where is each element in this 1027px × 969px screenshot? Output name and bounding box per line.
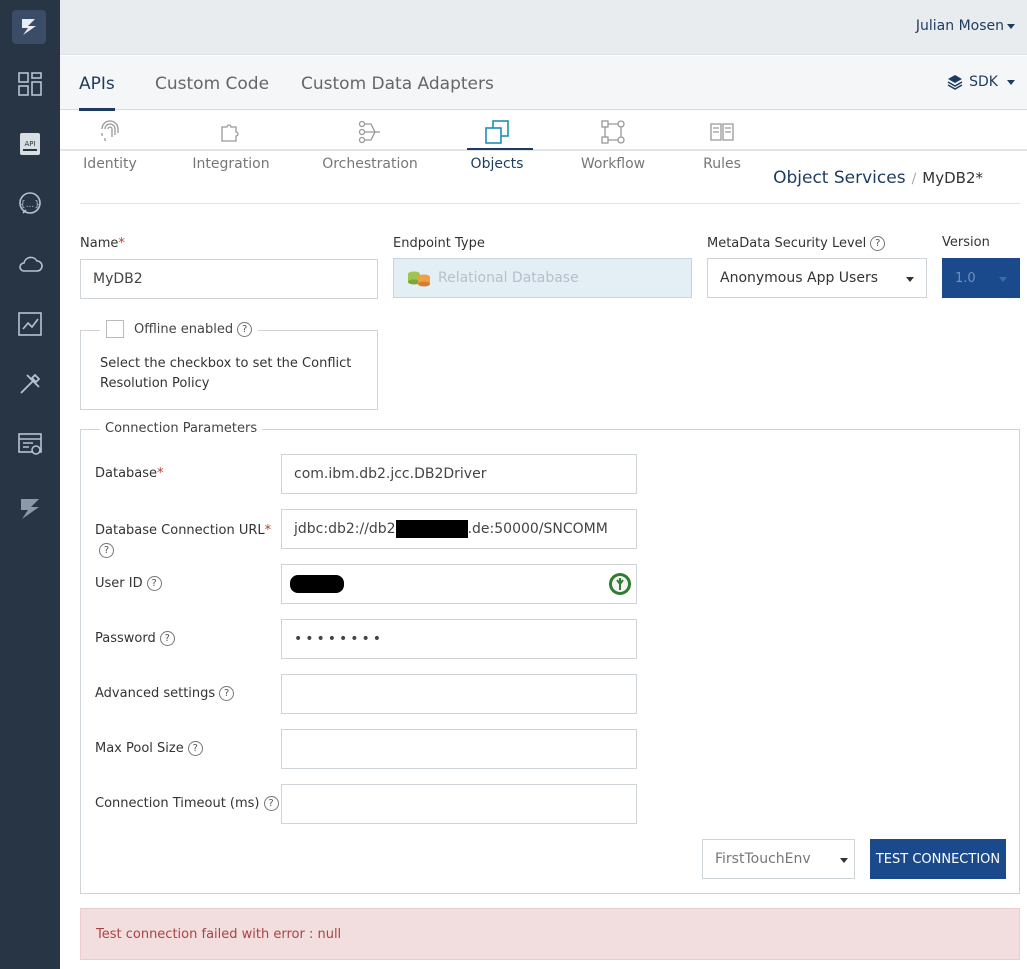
breadcrumb-current: MyDB2 xyxy=(922,169,976,187)
help-icon[interactable]: ? xyxy=(99,543,114,558)
user-id-input[interactable] xyxy=(281,564,637,604)
environment-select[interactable]: FirstTouchEnv xyxy=(702,839,855,879)
tab-objects-label: Objects xyxy=(470,156,524,172)
db-url-label: Database Connection URL*? xyxy=(95,521,271,561)
sdk-label: SDK xyxy=(969,74,998,90)
breadcrumb-separator: / xyxy=(911,171,917,187)
dashboard-icon[interactable] xyxy=(14,68,46,100)
breadcrumb-object-services[interactable]: Object Services xyxy=(773,168,905,188)
test-connection-button[interactable]: TEST CONNECTION xyxy=(870,839,1006,879)
breadcrumb: Object Services / MyDB2* xyxy=(773,168,983,188)
user-menu[interactable]: Julian Mosen xyxy=(916,18,1015,34)
help-icon[interactable]: ? xyxy=(237,321,253,337)
user-name: Julian Mosen xyxy=(915,18,1004,34)
password-manager-icon[interactable] xyxy=(608,572,632,596)
analytics-icon[interactable] xyxy=(14,308,46,340)
help-icon[interactable]: ? xyxy=(219,686,235,701)
connection-timeout-label: Connection Timeout (ms)? xyxy=(95,796,279,811)
tab-rules[interactable]: Rules xyxy=(672,111,772,172)
database-label: Database* xyxy=(95,466,164,481)
chevron-down-icon xyxy=(906,277,914,282)
endpoint-type-label: Endpoint Type xyxy=(393,236,485,251)
tab-integration[interactable]: Integration xyxy=(181,111,281,172)
error-alert: Test connection failed with error : null xyxy=(80,908,1020,960)
chevron-down-icon xyxy=(999,277,1007,282)
offline-enabled-label: Offline enabled xyxy=(134,321,234,337)
rules-icon xyxy=(710,123,734,141)
tab-custom-code[interactable]: Custom Code xyxy=(155,74,269,94)
svg-text:{...}: {...} xyxy=(20,200,40,210)
layers-icon xyxy=(947,75,963,90)
tab-integration-label: Integration xyxy=(192,156,270,172)
help-icon[interactable]: ? xyxy=(146,576,162,591)
max-pool-size-label: Max Pool Size? xyxy=(95,741,203,756)
orchestration-icon xyxy=(358,120,380,144)
version-label: Version xyxy=(942,235,990,250)
offline-enabled-checkbox[interactable] xyxy=(106,320,124,338)
advanced-settings-label: Advanced settings? xyxy=(95,686,235,701)
connection-parameters-legend: Connection Parameters xyxy=(100,421,263,436)
connection-timeout-input[interactable] xyxy=(281,784,637,824)
chat-code-icon[interactable]: {...} xyxy=(14,188,46,220)
puzzle-icon xyxy=(221,124,239,142)
fingerprint-icon xyxy=(101,120,119,141)
app-logo-icon[interactable] xyxy=(12,10,46,44)
brand-logo-icon xyxy=(14,492,46,524)
sdk-menu[interactable]: SDK xyxy=(947,74,1015,90)
endpoint-type-field: Relational Database xyxy=(393,258,692,298)
tools-icon[interactable] xyxy=(14,368,46,400)
version-select[interactable]: 1.0 xyxy=(942,258,1020,298)
tab-workflow[interactable]: Workflow xyxy=(563,111,663,172)
tab-workflow-label: Workflow xyxy=(580,156,646,172)
help-icon[interactable]: ? xyxy=(870,236,886,251)
offline-legend: Offline enabled ? xyxy=(100,320,259,338)
password-input[interactable]: •••••••• xyxy=(281,619,637,659)
tab-orchestration[interactable]: Orchestration xyxy=(320,111,420,172)
tab-identity-label: Identity xyxy=(83,156,137,172)
db-url-input[interactable]: jdbc:db2://db2 .de:50000/SNCOMM xyxy=(281,509,637,549)
top-bar: Julian Mosen xyxy=(60,0,1027,55)
offline-description: Select the checkbox to set the Conflict … xyxy=(100,356,352,391)
tab-identity[interactable]: Identity xyxy=(60,111,160,172)
objects-icon xyxy=(485,120,509,144)
help-icon[interactable]: ? xyxy=(159,631,175,646)
workflow-icon xyxy=(601,120,625,144)
chevron-down-icon xyxy=(1007,23,1015,29)
api-icon[interactable]: API xyxy=(14,128,46,160)
max-pool-size-input[interactable] xyxy=(281,729,637,769)
redacted-block xyxy=(395,520,468,538)
endpoint-type-value: Relational Database xyxy=(438,270,579,286)
cloud-icon[interactable] xyxy=(14,248,46,280)
redacted-block xyxy=(290,575,344,593)
database-icon xyxy=(408,271,430,287)
chevron-down-icon xyxy=(1007,79,1015,85)
tab-objects[interactable]: Objects xyxy=(447,111,547,172)
name-input[interactable]: MyDB2 xyxy=(80,259,378,299)
metadata-security-label: MetaData Security Level? xyxy=(707,236,886,251)
help-icon[interactable]: ? xyxy=(187,741,203,756)
header-divider xyxy=(80,203,1020,204)
svg-text:API: API xyxy=(24,140,35,148)
chevron-down-icon xyxy=(840,858,848,863)
tab-rules-label: Rules xyxy=(703,156,741,172)
database-input[interactable]: com.ibm.db2.jcc.DB2Driver xyxy=(281,454,637,494)
sub-tabs: Identity Integration Orchestration Objec… xyxy=(60,111,1027,172)
password-label: Password? xyxy=(95,631,175,646)
unsaved-marker: * xyxy=(975,169,984,187)
tab-apis[interactable]: APIs xyxy=(79,74,115,111)
tab-orchestration-label: Orchestration xyxy=(322,156,418,172)
user-id-label: User ID? xyxy=(95,576,162,591)
name-label: Name* xyxy=(80,236,125,251)
advanced-settings-input[interactable] xyxy=(281,674,637,714)
tab-custom-data-adapters[interactable]: Custom Data Adapters xyxy=(301,74,494,94)
help-icon[interactable]: ? xyxy=(263,796,279,811)
metadata-security-select[interactable]: Anonymous App Users xyxy=(707,258,927,298)
settings-card-icon[interactable] xyxy=(14,428,46,460)
error-message: Test connection failed with error : null xyxy=(96,926,342,942)
connection-parameters-panel xyxy=(80,429,1020,894)
main-tabs: APIs Custom Code Custom Data Adapters SD… xyxy=(60,56,1027,111)
app-sidebar: API {...} xyxy=(0,0,60,969)
